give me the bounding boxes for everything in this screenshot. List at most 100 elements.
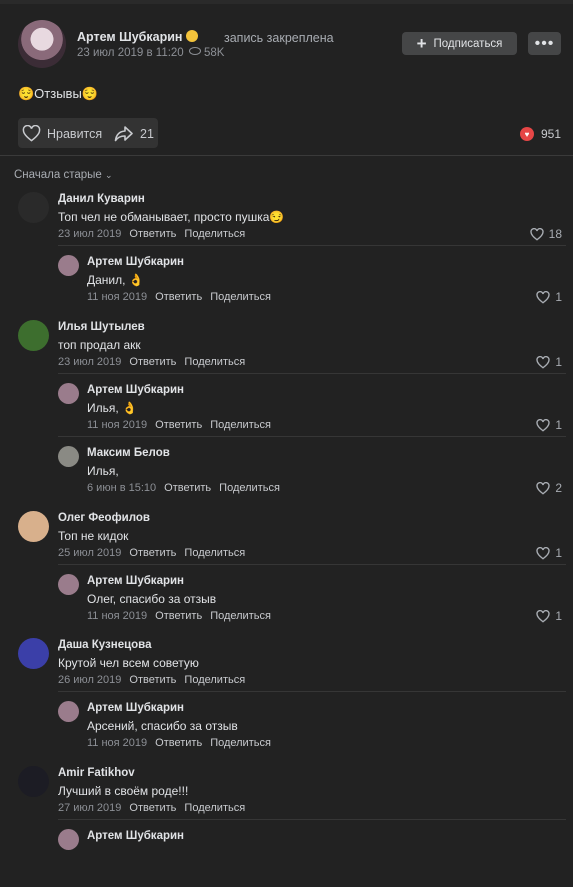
heart-icon — [22, 125, 41, 142]
share-link[interactable]: Поделиться — [184, 547, 245, 559]
avatar[interactable] — [18, 192, 49, 223]
comment-like-button[interactable]: 1 — [536, 290, 562, 304]
comment-text: Илья, 👌 — [87, 401, 137, 415]
comment-author[interactable]: Артем Шубкарин — [87, 256, 184, 268]
comment: Amir Fatikhov Лучший в своём роде!!! 27 ию… — [0, 764, 573, 824]
post-date[interactable]: 23 июл 2019 в 11:20 — [77, 47, 184, 59]
avatar[interactable] — [58, 701, 79, 722]
comment-meta: 27 июл 2019 Ответить Поделиться — [58, 802, 245, 814]
comment-date[interactable]: 23 июл 2019 — [58, 356, 121, 368]
comment-author[interactable]: Артем Шубкарин — [87, 575, 184, 587]
avatar[interactable] — [18, 766, 49, 797]
reply-comment: Артем Шубкарин Данил, 👌 11 ноя 2019 Ответит… — [0, 245, 573, 313]
like-button[interactable]: Нравится — [22, 125, 102, 142]
comment-author[interactable]: Amir Fatikhov — [58, 767, 135, 779]
share-link[interactable]: Поделиться — [184, 228, 245, 240]
avatar[interactable] — [58, 829, 79, 850]
like-label: Нравится — [47, 126, 103, 141]
comment-like-button[interactable]: 1 — [536, 546, 562, 560]
share-button[interactable]: 21 — [114, 125, 154, 142]
comment-like-button[interactable]: 18 — [529, 227, 562, 241]
comment-author[interactable]: Даша Кузнецова — [58, 639, 152, 651]
comment: Илья Шутылев топ продал акк 23 июл 2019 Отв… — [0, 318, 573, 378]
subscribe-button[interactable]: + Подписаться — [402, 32, 517, 55]
share-link[interactable]: Поделиться — [210, 737, 271, 749]
comment: Олег Феофилов Топ не кидок 25 июл 2019 Отве… — [0, 509, 573, 569]
comment-meta: 26 июл 2019 Ответить Поделиться — [58, 674, 245, 686]
reply-link[interactable]: Ответить — [129, 228, 176, 240]
comment-text: Крутой чел всем советую — [58, 656, 199, 670]
comment-author[interactable]: Артем Шубкарин — [87, 830, 184, 842]
avatar[interactable] — [18, 638, 49, 669]
reply-link[interactable]: Ответить — [129, 802, 176, 814]
comment-date[interactable]: 6 июн в 15:10 — [87, 482, 156, 494]
comment-meta: 11 ноя 2019 Ответить Поделиться — [87, 291, 271, 303]
reply-link[interactable]: Ответить — [164, 482, 211, 494]
reply-link[interactable]: Ответить — [155, 419, 202, 431]
comment-like-button[interactable]: 1 — [536, 609, 562, 623]
comment-date[interactable]: 11 ноя 2019 — [87, 291, 147, 303]
views-count: 58K — [189, 47, 224, 59]
comment-author[interactable]: Артем Шубкарин — [87, 384, 184, 396]
comment-separator — [58, 373, 566, 374]
comment-text: Илья, — [87, 464, 119, 478]
reply-link[interactable]: Ответить — [129, 674, 176, 686]
avatar[interactable] — [58, 383, 79, 404]
avatar[interactable] — [58, 446, 79, 467]
comment-author[interactable]: Илья Шутылев — [58, 321, 145, 333]
reactions-count: 951 — [540, 127, 561, 141]
comment-date[interactable]: 27 июл 2019 — [58, 802, 121, 814]
author-avatar[interactable] — [18, 20, 66, 68]
reply-link[interactable]: Ответить — [129, 547, 176, 559]
share-link[interactable]: Поделиться — [184, 802, 245, 814]
avatar[interactable] — [18, 511, 49, 542]
comment-date[interactable]: 11 ноя 2019 — [87, 737, 147, 749]
reactions[interactable]: ♥ 951 — [519, 127, 561, 141]
share-link[interactable]: Поделиться — [210, 419, 271, 431]
comments-sort-dropdown[interactable]: Сначала старые ⌄ — [14, 169, 113, 181]
heart-icon — [536, 546, 550, 560]
comment-like-count: 18 — [548, 227, 562, 241]
comment-author[interactable]: Артем Шубкарин — [87, 702, 184, 714]
chevron-down-icon: ⌄ — [105, 170, 113, 180]
heart-icon — [536, 290, 550, 304]
avatar[interactable] — [18, 320, 49, 351]
comment-date[interactable]: 11 ноя 2019 — [87, 610, 147, 622]
more-button[interactable]: ••• — [528, 32, 561, 55]
share-link[interactable]: Поделиться — [210, 291, 271, 303]
comment-like-button[interactable]: 2 — [536, 481, 562, 495]
share-link[interactable]: Поделиться — [184, 674, 245, 686]
reply-link[interactable]: Ответить — [155, 291, 202, 303]
comment-separator — [58, 245, 566, 246]
reply-link[interactable]: Ответить — [155, 610, 202, 622]
comment-author[interactable]: Данил Куварин — [58, 193, 145, 205]
avatar[interactable] — [58, 574, 79, 595]
share-link[interactable]: Поделиться — [210, 610, 271, 622]
comment-meta: 23 июл 2019 Ответить Поделиться — [58, 228, 245, 240]
comment-date[interactable]: 23 июл 2019 — [58, 228, 121, 240]
share-link[interactable]: Поделиться — [184, 356, 245, 368]
share-link[interactable]: Поделиться — [219, 482, 280, 494]
comment-date[interactable]: 26 июл 2019 — [58, 674, 121, 686]
eye-icon — [189, 47, 201, 55]
comment-like-button[interactable]: 1 — [536, 355, 562, 369]
comment-like-count: 1 — [555, 609, 562, 623]
comment-date[interactable]: 11 ноя 2019 — [87, 419, 147, 431]
reply-link[interactable]: Ответить — [129, 356, 176, 368]
comment-separator — [58, 691, 566, 692]
comment-author[interactable]: Олег Феофилов — [58, 512, 150, 524]
plus-icon: + — [416, 33, 427, 53]
comment-like-count: 1 — [555, 290, 562, 304]
comment-meta: 23 июл 2019 Ответить Поделиться — [58, 356, 245, 368]
comment-text: Топ чел не обманывает, просто пушка😏 — [58, 210, 285, 224]
comment-meta: 6 июн в 15:10 Ответить Поделиться — [87, 482, 280, 494]
reply-link[interactable]: Ответить — [155, 737, 202, 749]
reply-comment: Артем Шубкарин Олег, спасибо за отзыв 11 н… — [0, 564, 573, 632]
comment-author[interactable]: Максим Белов — [87, 447, 170, 459]
comment-date[interactable]: 25 июл 2019 — [58, 547, 121, 559]
reply-comment: Артем Шубкарин Арсений, спасибо за отзыв 1… — [0, 691, 573, 759]
comment-like-button[interactable]: 1 — [536, 418, 562, 432]
avatar[interactable] — [58, 255, 79, 276]
post-author[interactable]: Артем Шубкарин — [77, 30, 199, 44]
heart-icon — [536, 355, 550, 369]
